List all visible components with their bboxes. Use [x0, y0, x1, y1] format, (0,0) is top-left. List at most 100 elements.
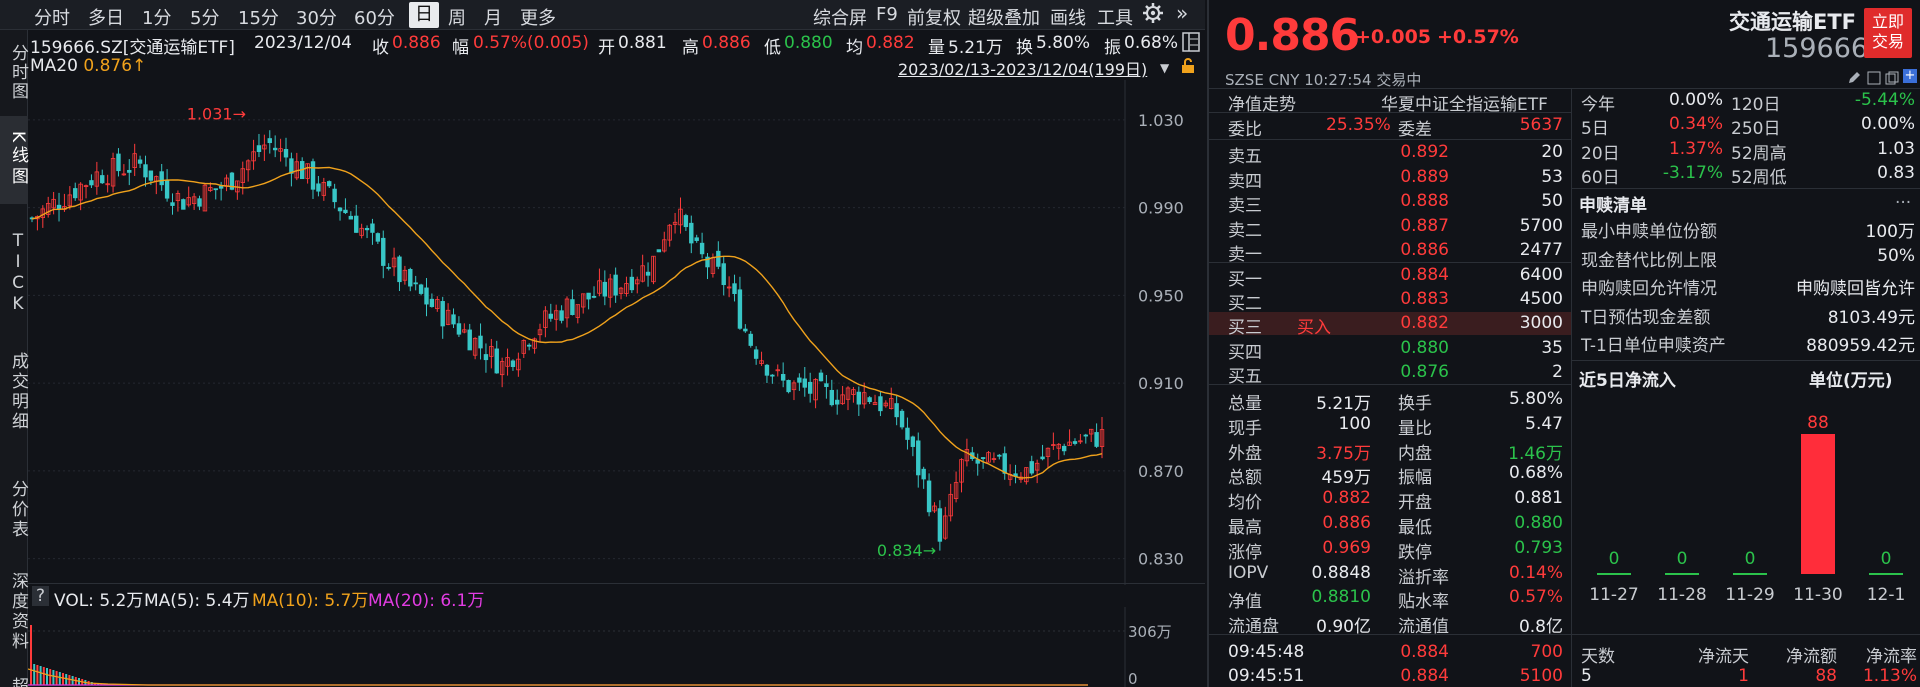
candle-body[interactable] [170, 202, 175, 206]
candle-body[interactable] [921, 468, 926, 480]
candle-body[interactable] [397, 256, 402, 283]
toolbar-draw-line[interactable]: 画线 [1050, 4, 1086, 30]
candle-body[interactable] [743, 328, 748, 332]
candle-body[interactable] [73, 188, 78, 199]
redeem-more-button[interactable]: ... [1895, 188, 1911, 208]
candle-body[interactable] [689, 222, 694, 244]
inflow-bar[interactable] [1665, 573, 1699, 575]
ask-price[interactable]: 0.892 [1309, 142, 1449, 162]
candle-body[interactable] [1040, 456, 1045, 460]
candle-body[interactable] [716, 250, 721, 267]
double-chevron-right-icon[interactable]: » [1176, 1, 1188, 25]
candle-body[interactable] [181, 199, 186, 210]
vtab-tick[interactable]: TICK [0, 218, 28, 328]
candle-body[interactable] [753, 349, 759, 359]
candle-body[interactable] [867, 397, 872, 403]
period-tab-5min[interactable]: 5分 [190, 4, 219, 30]
candle-body[interactable] [218, 185, 224, 189]
candle-body[interactable] [1029, 461, 1034, 474]
vtab-depth-data[interactable]: 深度资料 [0, 562, 28, 662]
candle-body[interactable] [316, 183, 321, 192]
candle-body[interactable] [764, 364, 770, 376]
candle-body[interactable] [683, 215, 689, 228]
candle-body[interactable] [213, 188, 218, 191]
trade-now-button[interactable]: 立即 交易 [1864, 8, 1912, 58]
toolbar-f9[interactable]: F9 [876, 4, 898, 25]
inflow-bar[interactable] [1597, 573, 1631, 575]
ask-price[interactable]: 0.886 [1309, 240, 1449, 260]
candle-body[interactable] [381, 237, 386, 266]
candle-body[interactable] [256, 145, 262, 153]
vtab-kline[interactable]: K线图 [0, 116, 28, 204]
candle-body[interactable] [613, 274, 618, 296]
candle-body[interactable] [916, 440, 921, 476]
candle-body[interactable] [137, 159, 143, 164]
candle-body[interactable] [424, 287, 429, 305]
vtab-super[interactable]: 超级 [0, 676, 28, 687]
candle-body[interactable] [413, 282, 418, 285]
candle-body[interactable] [100, 175, 105, 184]
candle-body[interactable] [780, 374, 786, 381]
candle-body[interactable] [143, 164, 148, 178]
candle-body[interactable] [289, 158, 294, 174]
bid-price[interactable]: 0.884 [1309, 265, 1449, 285]
period-tab-month[interactable]: 月 [484, 4, 502, 30]
candle-body[interactable] [997, 454, 1002, 457]
candle-body[interactable] [386, 267, 391, 269]
copy-icon[interactable] [1885, 70, 1899, 90]
candle-body[interactable] [878, 396, 883, 412]
inflow-bar[interactable] [1869, 573, 1903, 575]
candle-body[interactable] [310, 161, 316, 190]
period-tab-week[interactable]: 周 [448, 4, 466, 30]
candle-body[interactable] [364, 228, 370, 231]
period-tab-day[interactable]: 日 [409, 2, 439, 28]
candle-body[interactable] [56, 204, 62, 210]
candle-body[interactable] [510, 360, 516, 367]
candle-body[interactable] [451, 314, 456, 325]
candle-body[interactable] [586, 292, 591, 300]
period-tab-more[interactable]: 更多 [520, 4, 556, 30]
toolbar-forward-adjust[interactable]: 前复权 [907, 4, 961, 30]
window-icon[interactable] [1867, 70, 1881, 90]
bid-price[interactable]: 0.883 [1309, 289, 1449, 309]
toolbar-super-overlay[interactable]: 超级叠加 [968, 4, 1040, 30]
candle-body[interactable] [570, 299, 575, 316]
candle-body[interactable] [1083, 434, 1088, 437]
toolbar-composite-screen[interactable]: 综合屏 [813, 4, 867, 30]
candle-body[interactable] [148, 170, 154, 181]
candle-body[interactable] [494, 348, 499, 374]
candle-body[interactable] [164, 180, 170, 199]
candle-body[interactable] [835, 399, 840, 405]
candle-body[interactable] [526, 344, 532, 347]
bid-price[interactable]: 0.880 [1309, 338, 1449, 358]
candle-body[interactable] [591, 295, 597, 298]
candle-body[interactable] [824, 383, 829, 387]
candle-body[interactable] [327, 181, 332, 187]
candle-body[interactable] [937, 508, 943, 542]
candle-body[interactable] [980, 457, 986, 459]
vtab-price-table[interactable]: 分价表 [0, 470, 28, 550]
candle-body[interactable] [807, 381, 813, 394]
inflow-bar[interactable] [1733, 573, 1767, 575]
candle-body[interactable] [559, 310, 564, 321]
period-tab-15min[interactable]: 15分 [238, 4, 279, 30]
candle-body[interactable] [267, 138, 272, 144]
candle-body[interactable] [770, 374, 775, 377]
period-tab-30min[interactable]: 30分 [296, 4, 337, 30]
candle-body[interactable] [116, 153, 121, 172]
period-tab-timeshare[interactable]: 分时 [34, 4, 70, 30]
candle-body[interactable] [818, 372, 824, 382]
candle-body[interactable] [483, 354, 489, 361]
date-range-selector[interactable]: 2023/02/13-2023/12/04(199日) [898, 56, 1147, 80]
help-icon[interactable]: ? [32, 586, 50, 606]
candle-body[interactable] [343, 209, 348, 214]
candle-body[interactable] [429, 298, 435, 307]
toolbar-tools[interactable]: 工具 [1097, 4, 1133, 30]
candle-body[interactable] [748, 333, 753, 346]
inflow-bar[interactable] [1801, 434, 1835, 574]
volume-chart[interactable]: 306万 0 [28, 607, 1205, 687]
candle-body[interactable] [699, 242, 705, 255]
candle-body[interactable] [332, 188, 337, 203]
candle-body[interactable] [418, 284, 424, 294]
candle-body[interactable] [645, 271, 651, 276]
